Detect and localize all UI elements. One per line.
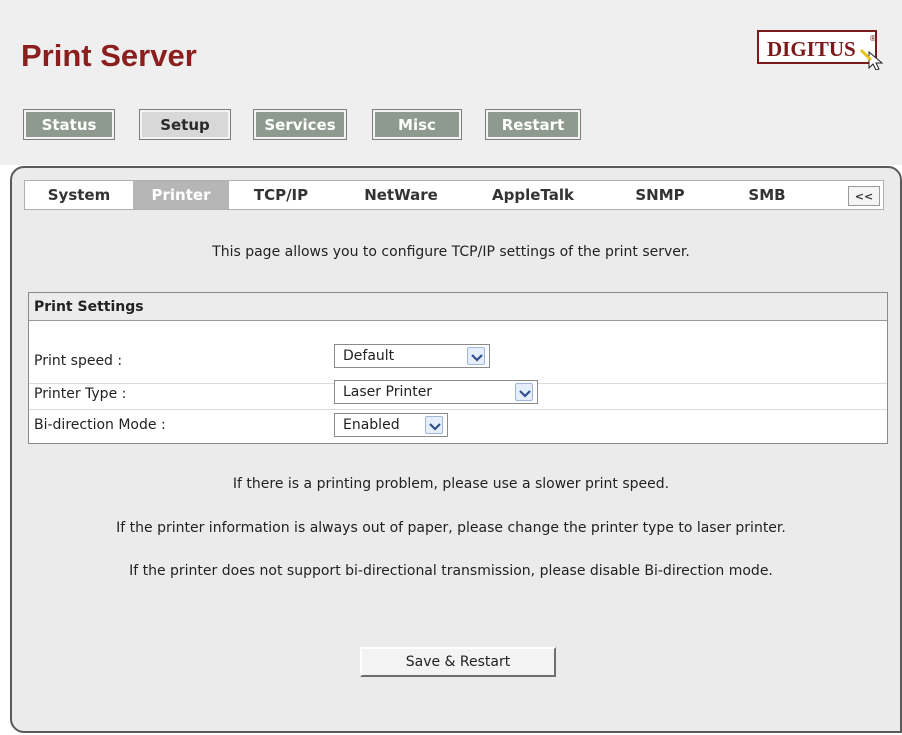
header-band (0, 0, 902, 165)
nav-services-button[interactable]: Services (253, 109, 347, 140)
tab-tcpip[interactable]: TCP/IP (235, 181, 327, 209)
print-settings-header: Print Settings (29, 293, 887, 321)
bi-direction-mode-label: Bi-direction Mode : (34, 417, 166, 433)
page-title: Print Server (21, 38, 197, 73)
printer-type-select[interactable]: Laser Printer (334, 380, 538, 404)
nav-status-button[interactable]: Status (23, 109, 115, 140)
intro-text: This page allows you to configure TCP/IP… (212, 244, 690, 260)
tab-smb[interactable]: SMB (725, 181, 809, 209)
tab-printer[interactable]: Printer (133, 181, 229, 209)
print-speed-label: Print speed : (34, 353, 123, 369)
bi-direction-mode-value: Enabled (343, 417, 400, 433)
print-settings-title: Print Settings (34, 299, 144, 315)
note-printer-type: If the printer information is always out… (116, 520, 786, 536)
sub-tab-bar: System Printer TCP/IP NetWare AppleTalk … (24, 180, 884, 210)
note-print-speed: If there is a printing problem, please u… (232, 476, 670, 492)
tab-appletalk[interactable]: AppleTalk (471, 181, 595, 209)
logo-text: DIGITUS (767, 37, 856, 61)
nav-misc-button[interactable]: Misc (372, 109, 462, 140)
chevron-down-icon (515, 383, 533, 401)
tab-snmp[interactable]: SNMP (615, 181, 705, 209)
print-speed-value: Default (343, 348, 395, 364)
nav-setup-button[interactable]: Setup (139, 109, 231, 140)
save-restart-button[interactable]: Save & Restart (360, 647, 556, 677)
chevron-down-icon (467, 347, 485, 365)
bi-direction-mode-select[interactable]: Enabled (334, 413, 448, 437)
printer-type-label: Printer Type : (34, 386, 127, 402)
logo-mark: ® (869, 34, 877, 43)
printer-type-value: Laser Printer (343, 384, 433, 400)
print-settings-panel: Print Settings Print speed : Printer Typ… (28, 292, 888, 444)
digitus-logo: DIGITUS ® (757, 30, 884, 70)
tab-system[interactable]: System (31, 181, 127, 209)
nav-restart-button[interactable]: Restart (485, 109, 581, 140)
tab-collapse-button[interactable]: << (848, 186, 880, 206)
note-bi-direction: If the printer does not support bi-direc… (129, 563, 773, 579)
tab-netware[interactable]: NetWare (345, 181, 457, 209)
print-speed-select[interactable]: Default (334, 344, 490, 368)
chevron-down-icon (425, 416, 443, 434)
